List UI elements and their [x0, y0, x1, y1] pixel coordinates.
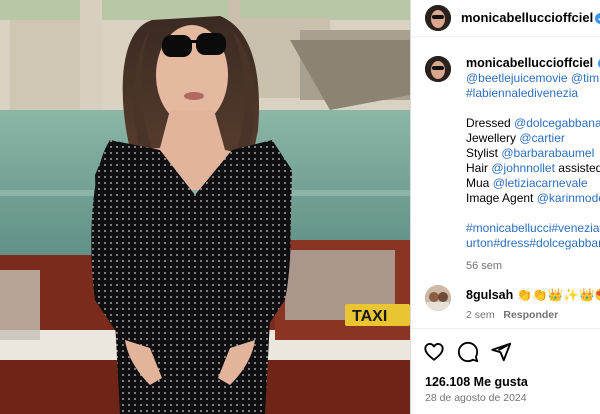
- caption-hashtags-2[interactable]: urton#dress#dolcegabbana: [466, 236, 600, 251]
- likes-count[interactable]: 126.108 Me gusta: [425, 375, 528, 389]
- credit-hair-tail: assisted b: [558, 161, 600, 175]
- comment-meta: 2 sem Responder: [466, 309, 558, 321]
- caption-mentions[interactable]: @beetlejuicemovie @timb: [466, 71, 600, 86]
- post-date[interactable]: 28 de agosto de 2024: [425, 392, 527, 404]
- credit-dressed-value[interactable]: @dolcegabbana: [514, 116, 600, 130]
- commenter-avatar[interactable]: [425, 285, 451, 311]
- credit-stylist-label: Stylist: [466, 146, 499, 160]
- comment-username[interactable]: 8gulsah: [466, 288, 513, 302]
- author-username[interactable]: monicabelluccioffciel: [461, 10, 593, 25]
- post-side-panel: monicabelluccioffciel✓ monicabelluccioff…: [410, 0, 600, 414]
- credit-jewellery-value[interactable]: @cartier: [519, 131, 565, 145]
- commenter-avatar-image: [425, 285, 451, 311]
- post-actions: [411, 328, 600, 369]
- credit-hair-value[interactable]: @johnnollet: [491, 161, 555, 175]
- comment: 8gulsah 👏👏👑✨👑😍: [466, 288, 600, 303]
- caption-avatar-image: [425, 56, 451, 82]
- credit-agent-value[interactable]: @karinmode: [537, 191, 600, 205]
- credit-mua-value[interactable]: @letiziacarnevale: [493, 176, 588, 190]
- post-header: monicabelluccioffciel✓: [411, 0, 600, 37]
- credit-mua-label: Mua: [466, 176, 490, 190]
- caption-username[interactable]: monicabelluccioffciel: [466, 56, 593, 70]
- credit-jewellery-label: Jewellery: [466, 131, 517, 145]
- caption-author-avatar[interactable]: [425, 56, 451, 82]
- caption-hashtags-1[interactable]: #monicabellucci#venezia#: [466, 221, 600, 236]
- comment-icon[interactable]: [457, 341, 479, 363]
- comment-time[interactable]: 2 sem: [466, 309, 495, 321]
- credit-stylist-value[interactable]: @barbarabaumel: [501, 146, 594, 160]
- taxi-sign-text: TAXI: [352, 308, 387, 325]
- share-icon[interactable]: [490, 341, 512, 363]
- post-photo[interactable]: TAXI: [0, 0, 410, 414]
- caption-hashtag-biennale[interactable]: #labiennaledivenezia: [466, 86, 600, 101]
- instagram-post-window: TAXI monicabelluccioffciel monicabellucc…: [0, 0, 600, 414]
- reply-button[interactable]: Responder: [503, 309, 558, 321]
- credit-dressed-label: Dressed: [466, 116, 511, 130]
- credit-hair-label: Hair: [466, 161, 489, 175]
- photo-illustration: TAXI: [0, 0, 410, 414]
- credit-agent-label: Image Agent: [466, 191, 534, 205]
- post-caption: monicabelluccioffciel ✓ @beetlejuicemovi…: [466, 56, 600, 274]
- heart-icon[interactable]: [423, 341, 445, 363]
- author-avatar-image: [425, 5, 451, 31]
- caption-time[interactable]: 56 sem: [466, 259, 600, 274]
- verified-icon: ✓: [595, 13, 600, 24]
- author-avatar[interactable]: [425, 5, 451, 31]
- comment-text: 👏👏👑✨👑😍: [516, 288, 600, 302]
